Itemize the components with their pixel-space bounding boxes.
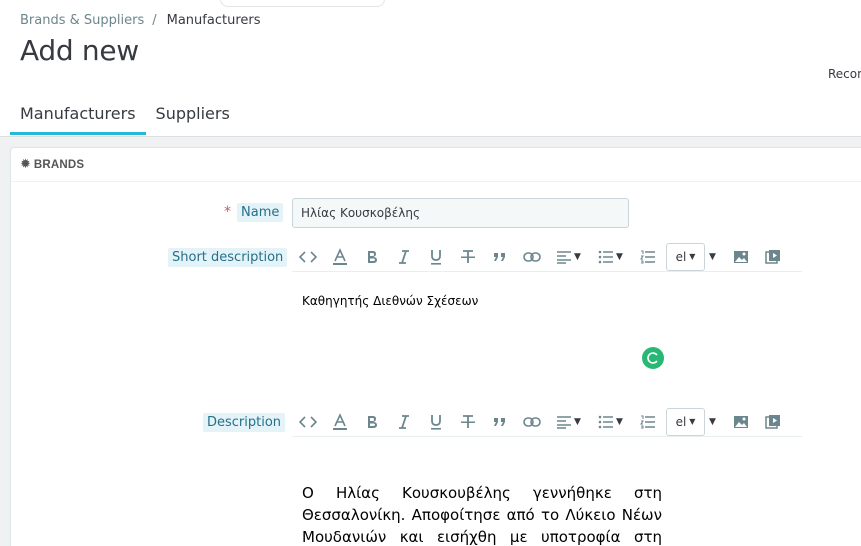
text-color-icon[interactable] (324, 408, 356, 436)
page-title: Add new (20, 34, 139, 67)
tab-manufacturers[interactable]: Manufacturers (10, 104, 146, 135)
breadcrumb-parent-link[interactable]: Brands & Suppliers (20, 13, 144, 28)
image-icon[interactable] (725, 243, 757, 271)
align-dropdown-chevron-down-icon[interactable]: ▼ (574, 243, 588, 271)
required-mark: * (224, 204, 231, 220)
chevron-down-icon: ▼ (689, 252, 696, 261)
description-label: Description (203, 413, 286, 432)
link-icon[interactable] (516, 243, 548, 271)
language-select-value: el (675, 414, 687, 429)
strikethrough-icon[interactable] (452, 408, 484, 436)
bullet-list-dropdown-chevron-down-icon[interactable]: ▼ (616, 408, 630, 436)
strikethrough-icon[interactable] (452, 243, 484, 271)
short-description-toolbar: ▼ ▼ el ▼ ▼ (292, 242, 802, 272)
tab-suppliers[interactable]: Suppliers (146, 104, 240, 135)
blockquote-icon[interactable] (484, 243, 516, 271)
bullet-list-dropdown-chevron-down-icon[interactable]: ▼ (616, 243, 630, 271)
image-icon[interactable] (725, 408, 757, 436)
description-toolbar: ▼ ▼ el ▼ ▼ (292, 407, 802, 437)
link-icon[interactable] (516, 408, 548, 436)
tab-bar: Manufacturers Suppliers (10, 104, 240, 135)
language-select-value: el (675, 249, 687, 264)
numbered-list-icon[interactable] (632, 243, 664, 271)
breadcrumb: Brands & Suppliers / Manufacturers (20, 13, 261, 28)
bold-icon[interactable] (356, 243, 388, 271)
more-options-chevron-down-icon[interactable]: ▼ (709, 408, 723, 436)
italic-icon[interactable] (388, 408, 420, 436)
code-view-icon[interactable] (292, 408, 324, 436)
language-select[interactable]: el ▼ (666, 407, 705, 436)
video-icon[interactable] (757, 243, 789, 271)
chevron-down-icon: ▼ (689, 417, 696, 426)
underline-icon[interactable] (420, 408, 452, 436)
name-input[interactable] (292, 198, 629, 228)
short-description-label-text: Short description (168, 248, 288, 267)
loading-spinner-icon (642, 347, 664, 369)
text-color-icon[interactable] (324, 243, 356, 271)
align-dropdown-chevron-down-icon[interactable]: ▼ (574, 408, 588, 436)
recommended-modules-link[interactable]: Recon (828, 67, 861, 81)
name-label: * Name (224, 203, 284, 222)
name-label-text: Name (237, 203, 284, 222)
card-header: ✹ BRANDS (11, 148, 861, 182)
breadcrumb-separator: / (152, 13, 157, 28)
video-icon[interactable] (757, 408, 789, 436)
language-select[interactable]: el ▼ (666, 242, 705, 271)
gear-icon: ✹ (20, 157, 31, 172)
underline-icon[interactable] (420, 243, 452, 271)
card-title: BRANDS (33, 158, 85, 171)
code-view-icon[interactable] (292, 243, 324, 271)
breadcrumb-current: Manufacturers (166, 13, 261, 28)
bold-icon[interactable] (356, 408, 388, 436)
search-field-edge[interactable] (220, 0, 385, 7)
numbered-list-icon[interactable] (632, 408, 664, 436)
blockquote-icon[interactable] (484, 408, 516, 436)
italic-icon[interactable] (388, 243, 420, 271)
short-description-content: Καθηγητής Διεθνών Σχέσεων (302, 294, 479, 308)
description-editor[interactable]: Ο Ηλίας Κουσκουβέλης γεννήθηκε στη Θεσσα… (302, 482, 662, 546)
description-label-text: Description (203, 413, 286, 432)
more-options-chevron-down-icon[interactable]: ▼ (709, 243, 723, 271)
short-description-label: Short description (168, 248, 288, 267)
short-description-editor[interactable]: Καθηγητής Διεθνών Σχέσεων (292, 294, 672, 308)
